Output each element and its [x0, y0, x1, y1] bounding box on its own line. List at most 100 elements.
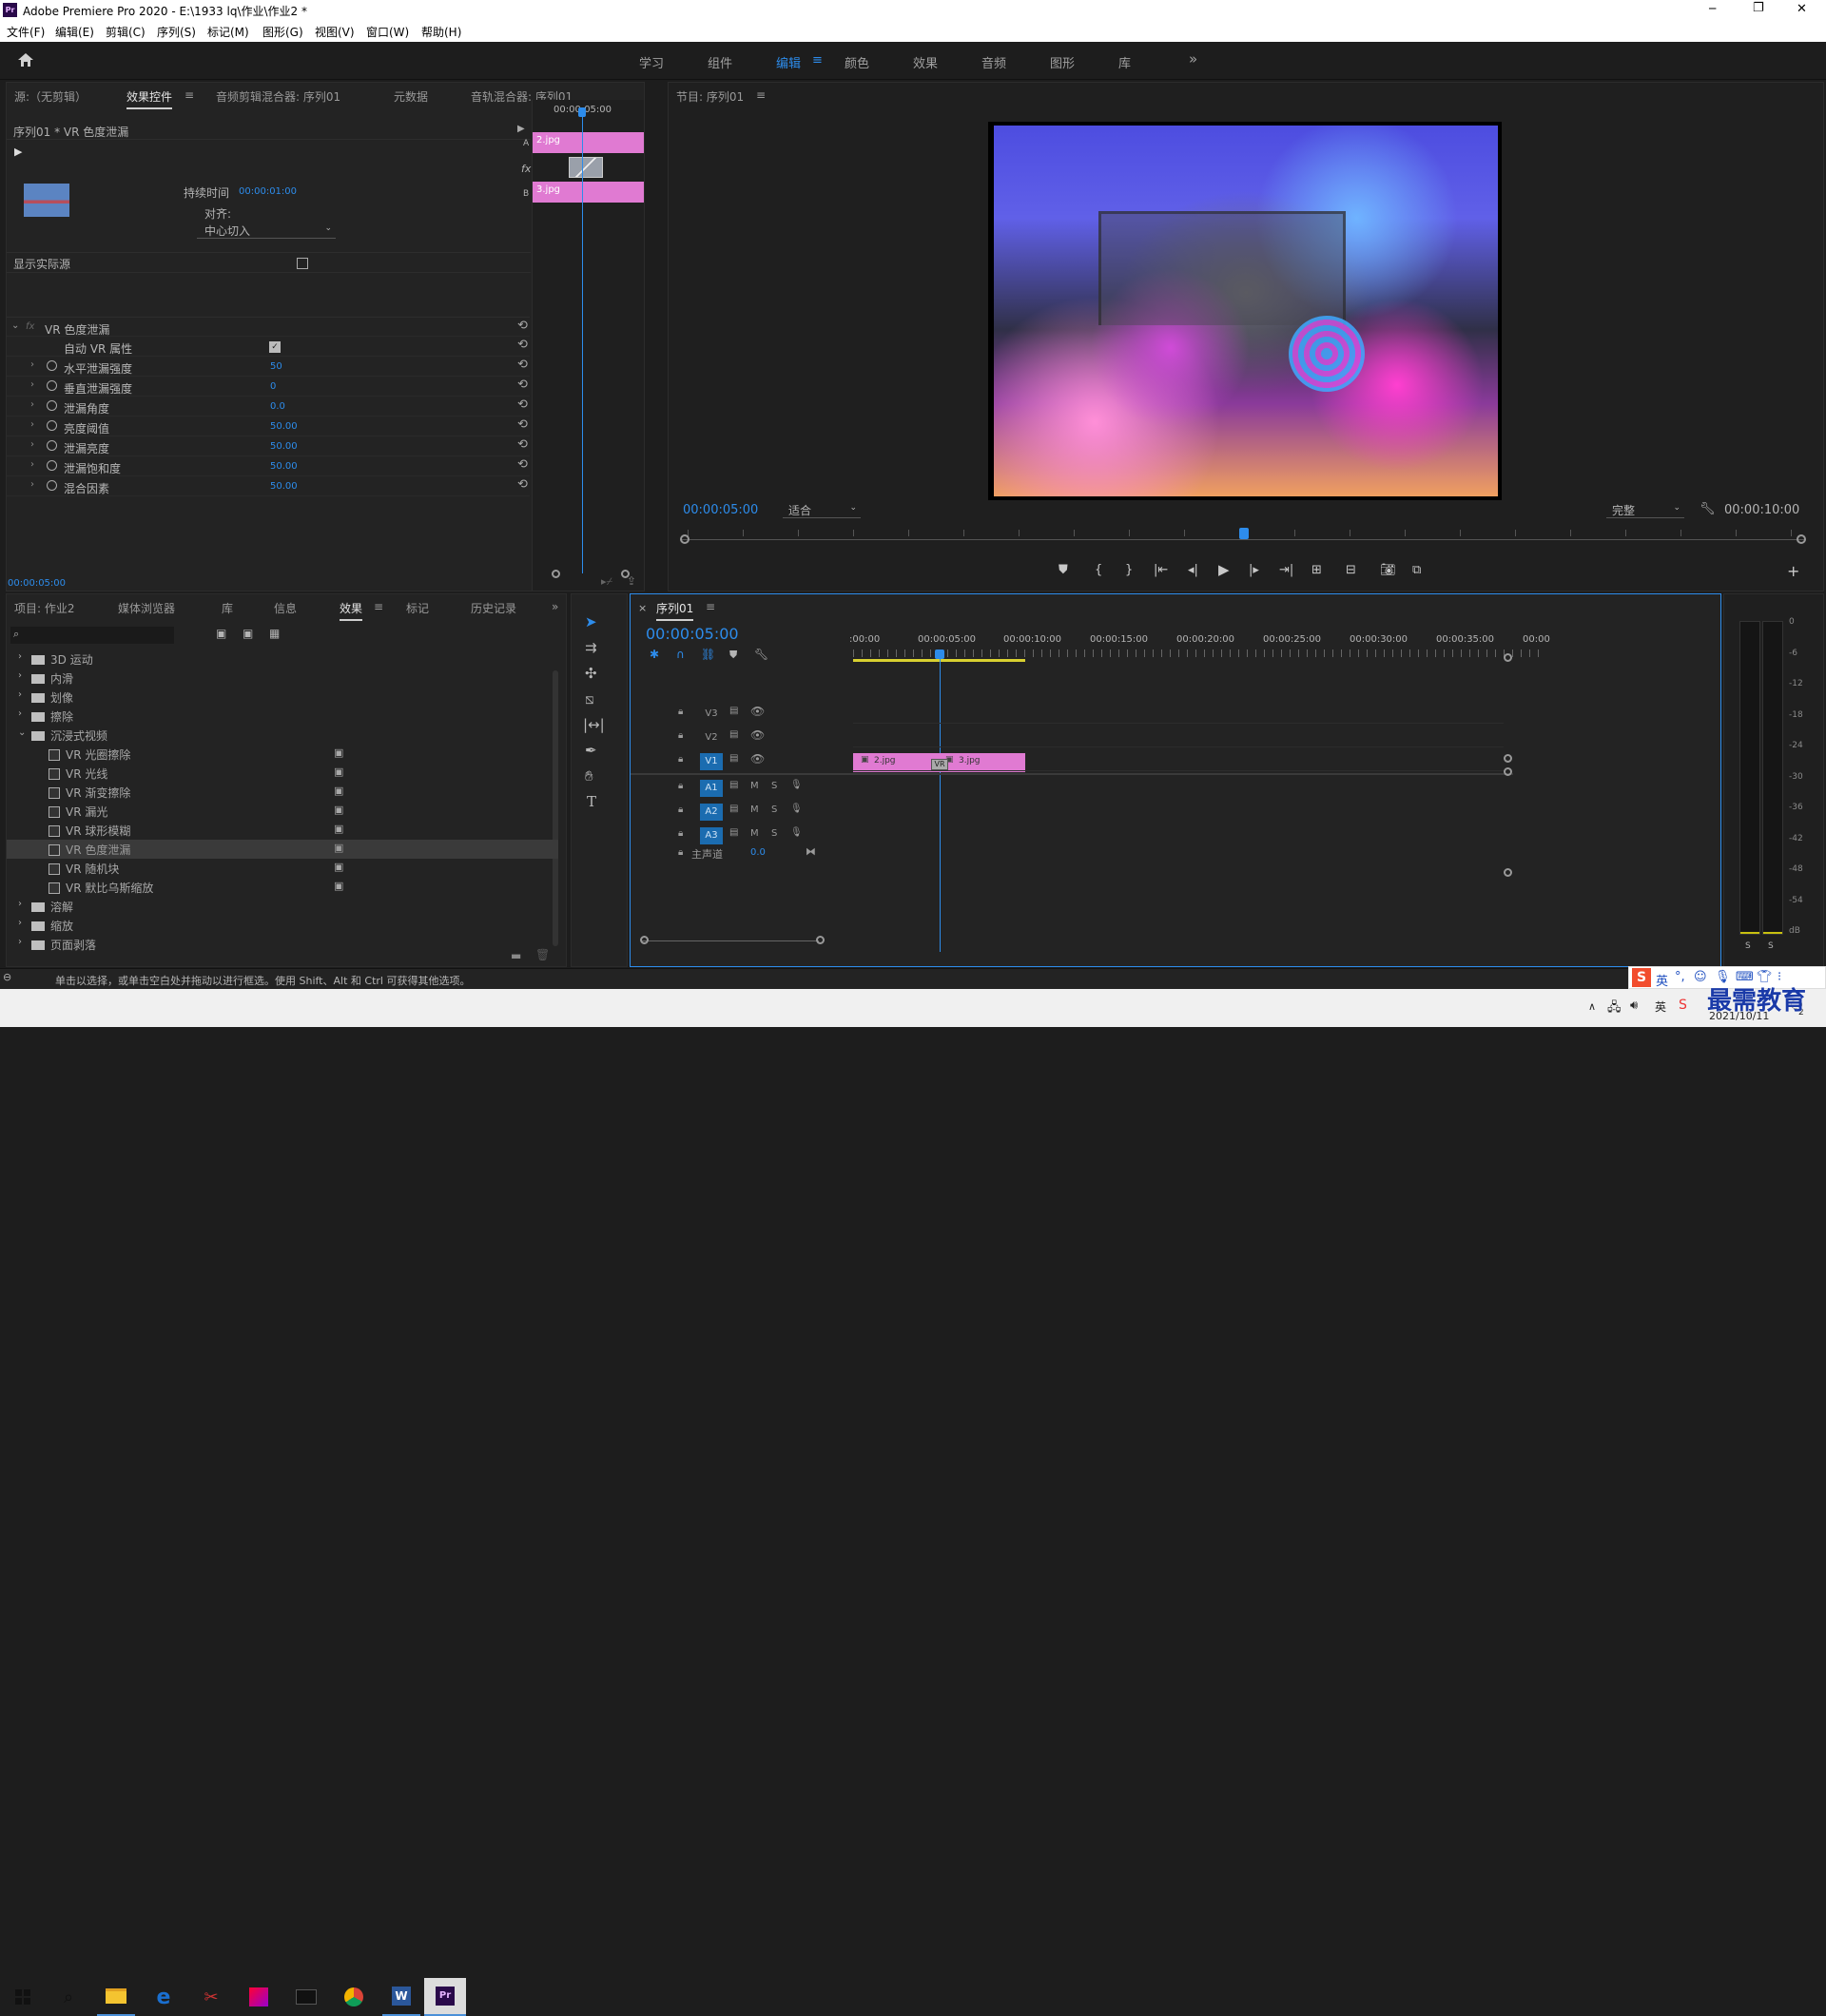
solo-right-button[interactable]: S [1768, 941, 1774, 951]
track-label[interactable]: V3 [700, 706, 723, 723]
microphone-icon[interactable]: 🎙︎ [790, 827, 803, 838]
snap-magnet-icon[interactable]: ∩ [676, 648, 685, 661]
lift-icon[interactable]: ⊞ [1311, 563, 1322, 577]
nest-sequence-icon[interactable]: ✱ [650, 648, 659, 661]
workspace-menu-icon[interactable]: ≡ [812, 53, 823, 68]
program-timecode[interactable]: 00:00:05:00 [683, 503, 758, 517]
reset-icon[interactable]: ⟲ [517, 477, 528, 492]
terminal-icon[interactable] [287, 1978, 325, 2016]
workspace-graphics[interactable]: 图形 [1050, 53, 1075, 71]
track-label[interactable]: V2 [700, 729, 723, 746]
reset-icon[interactable]: ⟲ [517, 457, 528, 472]
toggle-sync-icon[interactable]: ▤ [729, 706, 738, 716]
home-icon[interactable] [17, 52, 34, 68]
export-frame-camera-icon[interactable]: 📷︎ [1380, 563, 1396, 577]
menu-edit[interactable]: 编辑(E) [55, 24, 94, 40]
mini-transition[interactable] [569, 157, 603, 178]
effect-item[interactable]: VR 渐变擦除 ▣ [7, 783, 558, 802]
collapse-arrow-icon[interactable]: ▶ [517, 124, 525, 134]
add-button-icon[interactable]: + [1787, 562, 1799, 580]
lock-icon[interactable]: 🔒︎ [678, 804, 683, 815]
effect-item[interactable]: VR 光圈擦除 ▣ [7, 745, 558, 764]
tab-audio-clip-mixer[interactable]: 音频剪辑混合器: 序列01 [216, 88, 340, 105]
tab-source[interactable]: 源:（无剪辑） [14, 88, 87, 105]
lock-icon[interactable]: 🔒︎ [678, 707, 683, 717]
tab-effects-menu-icon[interactable]: ≡ [374, 600, 383, 613]
menu-view[interactable]: 视图(V) [315, 24, 355, 40]
effect-item[interactable]: VR 球形模糊 ▣ [7, 821, 558, 840]
expand-arrow-icon[interactable]: › [30, 359, 34, 370]
current-timecode[interactable]: 00:00:05:00 [8, 578, 66, 589]
reset-icon[interactable]: ⟲ [517, 338, 528, 352]
toggle-sync-icon[interactable]: ▤ [729, 804, 738, 814]
selection-tool-icon[interactable]: ➤ [585, 613, 597, 630]
show-source-checkbox[interactable] [297, 258, 308, 269]
scrub-start-handle[interactable] [680, 534, 690, 544]
reset-icon[interactable]: ⟲ [517, 358, 528, 372]
expand-arrow-icon[interactable]: › [30, 419, 34, 430]
effect-folder[interactable]: › 3D 运动 [7, 649, 558, 669]
lock-icon[interactable]: 🔒︎ [678, 847, 683, 858]
mute-button[interactable]: M [750, 828, 759, 839]
h-scroll-handle-right[interactable] [816, 936, 825, 944]
tab-effect-controls[interactable]: 效果控件 [126, 88, 173, 109]
minimize-button[interactable]: ─ [1709, 2, 1716, 15]
effect-folder[interactable]: › 缩放 [7, 916, 558, 935]
effect-folder[interactable]: › 溶解 [7, 897, 558, 916]
effects-search-input[interactable]: ⌕ [10, 627, 174, 644]
pen-tool-icon[interactable]: ✒ [585, 742, 597, 759]
stopwatch-icon[interactable] [47, 420, 57, 431]
solo-button[interactable]: S [771, 804, 777, 815]
reset-icon[interactable]: ⟲ [517, 417, 528, 432]
play-button-icon[interactable]: ▶ [1218, 561, 1230, 578]
word-app-icon[interactable]: W [382, 1978, 420, 2016]
param-value[interactable]: 50.00 [270, 421, 298, 432]
stopwatch-icon[interactable] [47, 360, 57, 371]
mini-clip-b[interactable]: 3.jpg [533, 182, 644, 203]
tab-metadata[interactable]: 元数据 [394, 88, 428, 105]
track-label[interactable]: A1 [700, 780, 723, 797]
step-forward-icon[interactable]: |▸ [1249, 563, 1259, 577]
menu-sequence[interactable]: 序列(S) [157, 24, 196, 40]
param-value[interactable]: 0.0 [270, 401, 285, 412]
v-scroll-handle-top[interactable] [1504, 653, 1512, 662]
v-scroll-handle-mid[interactable] [1504, 754, 1512, 763]
track-label[interactable]: A3 [700, 827, 723, 844]
volume-icon[interactable]: 🔊︎ [1630, 998, 1638, 1013]
network-icon[interactable]: 🖧︎ [1607, 998, 1622, 1019]
32bit-effects-icon[interactable]: ▣ [243, 627, 253, 640]
stopwatch-icon[interactable] [47, 400, 57, 411]
filter-icon[interactable]: ▸⌿ [601, 575, 612, 589]
tab-sequence[interactable]: 序列01 [656, 600, 694, 621]
expand-arrow-icon[interactable]: › [30, 399, 34, 410]
ime-emoji-icon[interactable]: ☺ [1694, 970, 1707, 984]
solo-left-button[interactable]: S [1745, 941, 1751, 951]
workspace-learn[interactable]: 学习 [639, 53, 664, 71]
tab-libraries[interactable]: 库 [222, 600, 233, 616]
toggle-sync-icon[interactable]: ▤ [729, 729, 738, 740]
tab-info[interactable]: 信息 [274, 600, 297, 616]
tab-menu-icon[interactable]: ≡ [185, 88, 194, 102]
lock-icon[interactable]: 🔒︎ [678, 781, 683, 791]
effect-item[interactable]: VR 随机块 ▣ [7, 859, 558, 878]
timeline-clip-2jpg[interactable]: ▣ 2.jpg [853, 753, 941, 772]
menu-marker[interactable]: 标记(M) [207, 24, 249, 40]
hand-tool-icon[interactable]: ✋︎ [585, 767, 593, 785]
timeline-clip-3jpg[interactable]: ▣ 3.jpg [941, 753, 1025, 772]
expand-arrow-icon[interactable]: ⌄ [11, 320, 19, 331]
track-label[interactable]: V1 [700, 753, 723, 770]
expand-arrow-icon[interactable]: › [30, 379, 34, 390]
mark-out-icon[interactable]: } [1125, 563, 1133, 577]
workspace-more-icon[interactable]: » [1189, 50, 1197, 68]
microphone-icon[interactable]: 🎙︎ [790, 780, 803, 790]
jetbrains-app-icon[interactable] [240, 1978, 278, 2016]
tab-more-icon[interactable]: » [552, 600, 558, 613]
track-lane[interactable] [853, 746, 1504, 747]
duration-value[interactable]: 00:00:01:00 [239, 186, 297, 197]
master-volume[interactable]: 0.0 [750, 847, 766, 858]
accelerated-effects-icon[interactable]: ▣ [216, 627, 226, 640]
microphone-icon[interactable]: 🎙︎ [790, 804, 803, 814]
windows-start-icon[interactable] [4, 1978, 42, 2016]
step-back-icon[interactable]: ◂| [1188, 563, 1198, 577]
effect-item[interactable]: VR 默比乌斯缩放 ▣ [7, 878, 558, 897]
